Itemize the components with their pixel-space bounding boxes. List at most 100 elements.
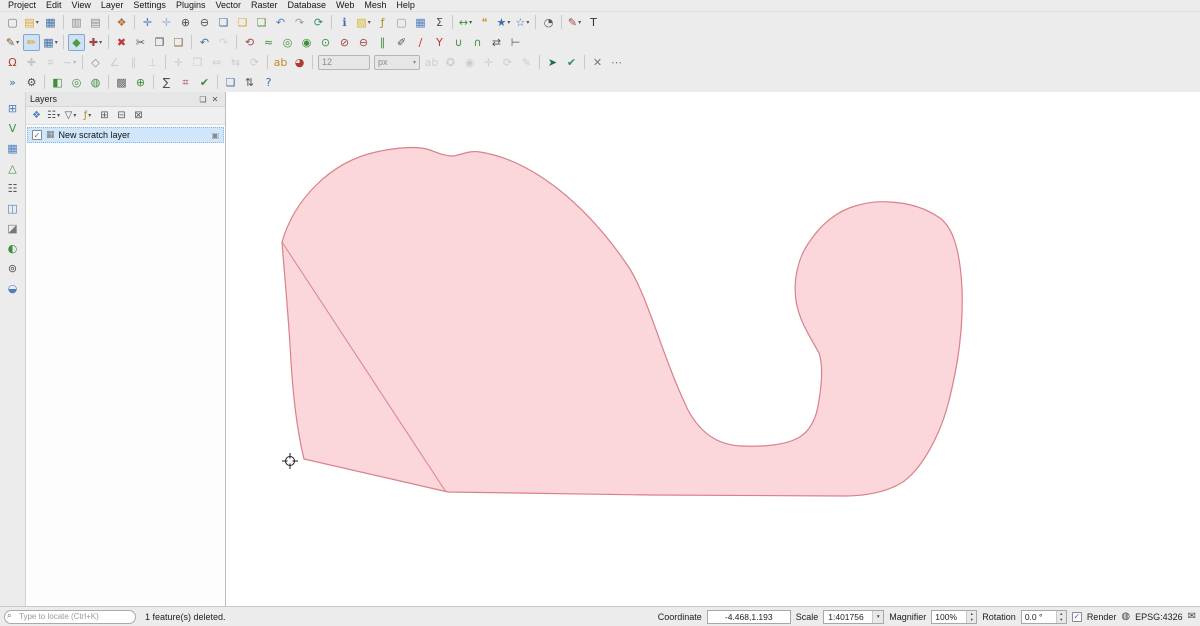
new-bookmark-icon[interactable]: ★▾ [495, 14, 512, 31]
magnifier-spinbox[interactable]: 100% ▴ ▾ [931, 610, 977, 624]
style-manager-icon[interactable]: ❖ [113, 14, 130, 31]
zoom-to-selection-icon[interactable]: ❏ [234, 14, 251, 31]
rotation-value[interactable]: 0.0 ° [1022, 611, 1056, 623]
measure-icon[interactable]: ↔▾ [457, 14, 474, 31]
rotate-feature-icon[interactable]: ⟲ [241, 34, 258, 51]
raster-calculator-icon[interactable]: ▩ [113, 74, 130, 91]
pan-map-icon[interactable]: ✛ [139, 14, 156, 31]
crs-button[interactable]: EPSG:4326 [1135, 612, 1183, 622]
delete-ring-icon[interactable]: ⊘ [336, 34, 353, 51]
scale-value[interactable]: 1:401756 [824, 612, 872, 622]
add-xyz-layer-icon[interactable]: ⊚ [4, 260, 21, 277]
select-features-by-value-icon[interactable]: ➤ [544, 54, 561, 71]
filter-by-expression-icon[interactable]: ƒ▾ [80, 108, 95, 123]
locator-search[interactable]: ⌕ [4, 610, 136, 624]
statistics-panel-icon[interactable]: ∑ [158, 74, 175, 91]
qgis-help-icon[interactable]: ? [260, 74, 277, 91]
temporal-controller-icon[interactable]: ◔ [540, 14, 557, 31]
current-edits-dropdown-icon[interactable]: ▾ [16, 34, 19, 51]
add-wms-layer-icon[interactable]: ◐ [4, 240, 21, 257]
reshape-features-icon[interactable]: ✐ [393, 34, 410, 51]
layer-name[interactable]: New scratch layer [59, 130, 208, 140]
filter-by-expression-dropdown-icon[interactable]: ▾ [88, 107, 91, 124]
menu-edit[interactable]: Edit [41, 0, 67, 11]
menu-web[interactable]: Web [331, 0, 359, 11]
toggle-editing-icon[interactable]: ✏ [23, 34, 40, 51]
geometry-checker-icon[interactable]: ✔ [196, 74, 213, 91]
processing-toolbox-icon[interactable]: ⚙ [23, 74, 40, 91]
intersect-vector-icon[interactable]: ◍ [87, 74, 104, 91]
panel-undock-button[interactable]: ❏ [197, 93, 209, 105]
show-bookmarks-dropdown-icon[interactable]: ▾ [526, 14, 529, 31]
layer-labeling-options-icon[interactable]: ab [272, 54, 289, 71]
add-vector-layer-icon[interactable]: V [4, 120, 21, 137]
menu-settings[interactable]: Settings [128, 0, 171, 11]
map-canvas[interactable] [226, 92, 1200, 606]
simplify-feature-icon[interactable]: ≈ [260, 34, 277, 51]
save-layer-edits-dropdown-icon[interactable]: ▾ [55, 34, 58, 51]
select-features-dropdown-icon[interactable]: ▾ [368, 14, 371, 31]
open-layer-styling-panel-icon[interactable]: ❖ [29, 108, 44, 123]
add-part-icon[interactable]: ◉ [298, 34, 315, 51]
paste-features-icon[interactable]: ❑ [170, 34, 187, 51]
add-spatialite-layer-icon[interactable]: ◪ [4, 220, 21, 237]
topology-checker-icon[interactable]: ⌗ [177, 74, 194, 91]
spin-down-icon[interactable]: ▾ [1057, 617, 1066, 623]
buffer-vector-icon[interactable]: ◎ [68, 74, 85, 91]
locator-input[interactable] [4, 610, 136, 624]
split-parts-icon[interactable]: Y [431, 34, 448, 51]
snapping-options-icon[interactable]: Ω [4, 54, 21, 71]
add-polygon-feature-icon[interactable]: ◆ [68, 34, 85, 51]
merge-features-icon[interactable]: ∪ [450, 34, 467, 51]
cut-features-icon[interactable]: ✂ [132, 34, 149, 51]
magnifier-value[interactable]: 100% [932, 611, 966, 623]
new-bookmark-dropdown-icon[interactable]: ▾ [507, 14, 510, 31]
add-raster-layer-icon[interactable]: ▦ [4, 140, 21, 157]
offset-curve-icon[interactable]: ∥ [374, 34, 391, 51]
merge-feature-attributes-icon[interactable]: ∩ [469, 34, 486, 51]
reverse-line-icon[interactable]: ⇄ [488, 34, 505, 51]
fill-ring-icon[interactable]: ⊙ [317, 34, 334, 51]
menu-vector[interactable]: Vector [210, 0, 246, 11]
scale-combo[interactable]: 1:401756 ▾ [823, 610, 884, 624]
panel-close-button[interactable]: ✕ [209, 93, 221, 105]
copy-features-icon[interactable]: ❐ [151, 34, 168, 51]
menu-help[interactable]: Help [391, 0, 420, 11]
menu-view[interactable]: View [67, 0, 96, 11]
georeferencer-icon[interactable]: ⊕ [132, 74, 149, 91]
filter-legend-icon[interactable]: ▽▾ [63, 108, 78, 123]
undo-icon[interactable]: ↶ [196, 34, 213, 51]
zoom-in-icon[interactable]: ⊕ [177, 14, 194, 31]
zoom-last-icon[interactable]: ↶ [272, 14, 289, 31]
render-checkbox[interactable]: ✓ [1072, 612, 1082, 622]
open-attribute-table-icon[interactable]: ▦ [412, 14, 429, 31]
coordinate-input[interactable] [707, 610, 791, 624]
collapse-all-icon[interactable]: ⊟ [114, 108, 129, 123]
zoom-out-icon[interactable]: ⊖ [196, 14, 213, 31]
zoom-next-icon[interactable]: ↷ [291, 14, 308, 31]
manage-map-themes-icon[interactable]: ☷▾ [46, 108, 61, 123]
zoom-to-layer-icon[interactable]: ❏ [253, 14, 270, 31]
check-geometries-icon[interactable]: ✔ [563, 54, 580, 71]
save-project-icon[interactable]: ▦ [42, 14, 59, 31]
messages-icon[interactable]: ✉ [1188, 611, 1196, 622]
new-annotation-dropdown-icon[interactable]: ▾ [578, 14, 581, 31]
new-print-layout-icon[interactable]: ▥ [68, 14, 85, 31]
add-mesh-layer-icon[interactable]: △ [4, 160, 21, 177]
menu-mesh[interactable]: Mesh [359, 0, 391, 11]
map-tips-icon[interactable]: ❝ [476, 14, 493, 31]
expand-all-icon[interactable]: ⊞ [97, 108, 112, 123]
delete-part-icon[interactable]: ⊖ [355, 34, 372, 51]
add-postgis-layer-icon[interactable]: ◫ [4, 200, 21, 217]
menu-layer[interactable]: Layer [96, 0, 129, 11]
offline-editing-icon[interactable]: ⇅ [241, 74, 258, 91]
new-project-icon[interactable]: ▢ [4, 14, 21, 31]
delete-selected-icon[interactable]: ✖ [113, 34, 130, 51]
manage-map-themes-dropdown-icon[interactable]: ▾ [57, 107, 60, 124]
delete-vertex-icon[interactable]: ✕ [589, 54, 606, 71]
current-edits-icon[interactable]: ✎▾ [4, 34, 21, 51]
enable-tracing-dropdown-icon[interactable]: ▾ [73, 54, 76, 71]
add-wfs-layer-icon[interactable]: ◒ [4, 280, 21, 297]
menu-project[interactable]: Project [3, 0, 41, 11]
clip-vector-icon[interactable]: ◧ [49, 74, 66, 91]
